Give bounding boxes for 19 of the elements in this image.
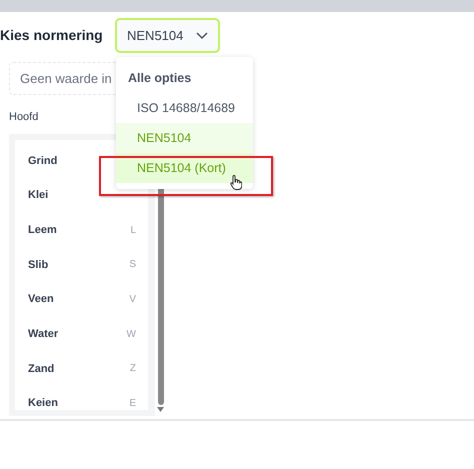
shortcut-key: Z (130, 361, 136, 376)
shortcut-key: W (126, 326, 136, 342)
list-item[interactable]: Water W (15, 316, 148, 352)
norm-select[interactable]: NEN5104 (115, 18, 220, 53)
list-item[interactable]: Leem L (15, 212, 148, 248)
chevron-icon (196, 32, 208, 40)
dropdown-option[interactable]: ISO 14688/14689 (116, 93, 253, 123)
list-item[interactable]: Veen V (15, 282, 148, 317)
shortcut-key: E (129, 396, 136, 412)
group-label: Hoofd (9, 110, 38, 125)
shortcut-key: V (129, 292, 136, 308)
heading: Kies normering (0, 26, 103, 45)
list-item[interactable]: Zand Z (15, 352, 148, 386)
list-item[interactable]: Slib S (15, 248, 148, 282)
list-item[interactable]: Keien E (15, 386, 148, 421)
shortcut-key: L (130, 222, 136, 238)
dropdown-header: Alle opties (127, 70, 192, 87)
scroll-down-icon[interactable] (157, 406, 164, 412)
shortcut-key: S (129, 257, 136, 272)
